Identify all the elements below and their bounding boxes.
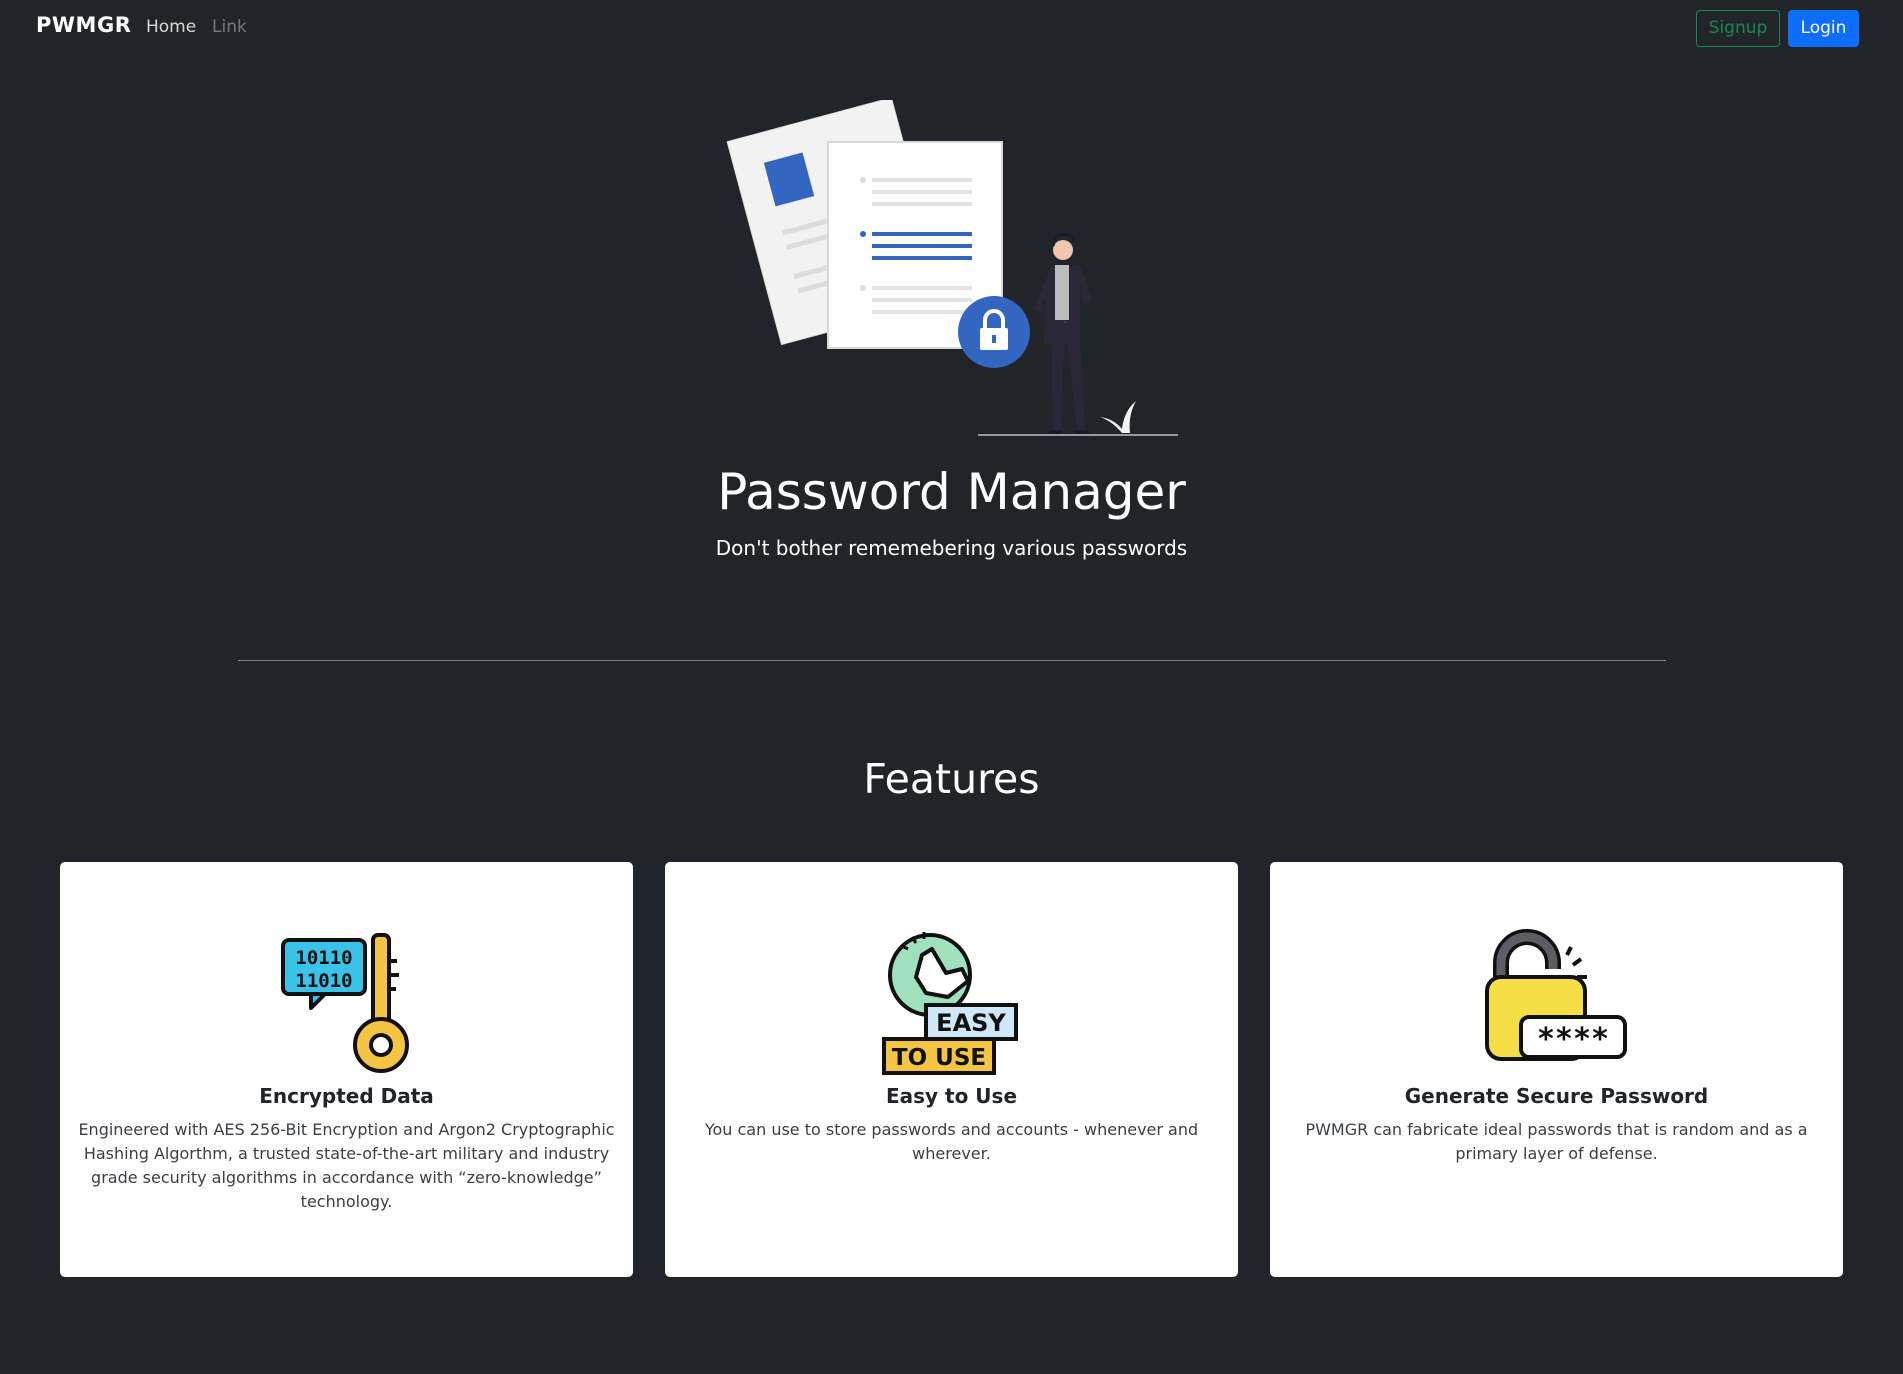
- signup-button[interactable]: Signup: [1696, 10, 1780, 47]
- navbar: PWMGR Home Link Signup Login: [0, 0, 1903, 56]
- binary-key-icon: 10110 11010: [281, 933, 409, 1073]
- feature-card-encrypted-data: 10110 11010 Encrypted Data Engineered wi…: [60, 862, 633, 1277]
- nav-link-home[interactable]: Home: [146, 17, 196, 37]
- card-title: Generate Secure Password: [1404, 1084, 1709, 1108]
- feature-card-easy-to-use: EASY TO USE Easy to Use You can use to s…: [665, 862, 1238, 1277]
- document-lock-person-illustration: [726, 100, 1178, 436]
- brand-logo[interactable]: PWMGR: [36, 13, 131, 37]
- svg-text:TO USE: TO USE: [892, 1045, 986, 1071]
- page: PWMGR Home Link Signup Login Password Ma…: [0, 0, 1903, 1374]
- nav-link-link[interactable]: Link: [212, 17, 247, 37]
- login-button[interactable]: Login: [1788, 10, 1859, 47]
- svg-text:****: ****: [1537, 1022, 1609, 1057]
- card-text: You can use to store passwords and accou…: [704, 1120, 1199, 1163]
- hero-subtitle: Don't bother rememebering various passwo…: [715, 536, 1188, 560]
- card-title: Easy to Use: [885, 1084, 1018, 1108]
- feature-card-generate-password: **** Generate Secure Password PWMGR can …: [1270, 862, 1843, 1277]
- padlock-password-icon: ****: [1485, 929, 1627, 1061]
- svg-text:EASY: EASY: [936, 1009, 1006, 1037]
- features-title: Features: [863, 755, 1040, 803]
- card-text: PWMGR can fabricate ideal passwords that…: [1305, 1120, 1808, 1163]
- svg-text:10110: 10110: [295, 947, 352, 969]
- hero-title: Password Manager: [717, 463, 1186, 521]
- svg-text:11010: 11010: [295, 970, 352, 992]
- section-divider: [238, 660, 1666, 661]
- card-text: Engineered with AES 256-Bit Encryption a…: [78, 1120, 615, 1211]
- card-title: Encrypted Data: [259, 1084, 434, 1108]
- easy-to-use-icon: EASY TO USE: [882, 932, 1018, 1075]
